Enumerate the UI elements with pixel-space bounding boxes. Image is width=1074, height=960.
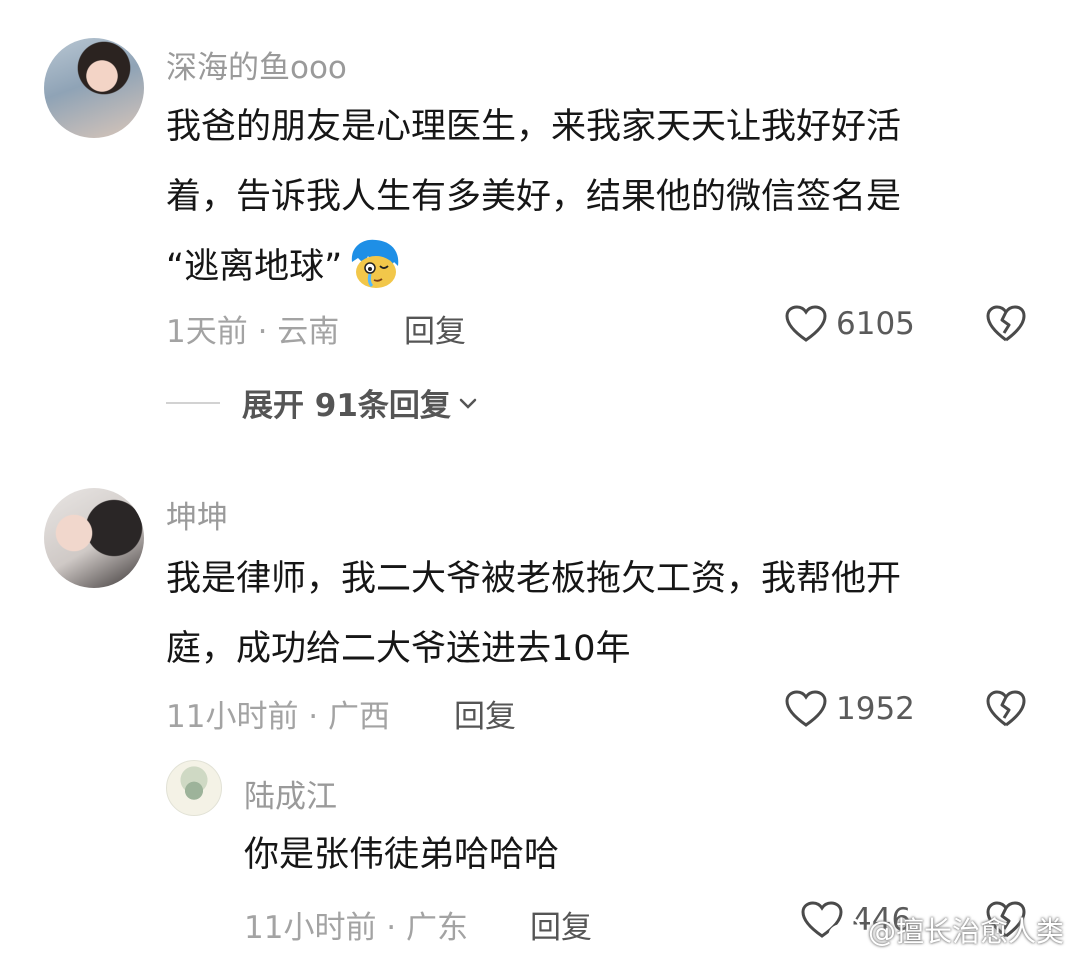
time-location: 1天前 · 云南: [166, 314, 340, 350]
like-button[interactable]: 1952: [784, 689, 915, 729]
comment-text: 我爸的朋友是心理医生，来我家天天让我好好活 着，告诉我人生有多美好，结果他的微信…: [166, 92, 901, 302]
reply-button[interactable]: 回复: [530, 902, 592, 947]
weibo-logo-icon: [828, 917, 861, 945]
broken-heart-icon[interactable]: [985, 689, 1027, 729]
heart-outline-icon: [785, 690, 827, 727]
like-button[interactable]: 6105: [784, 304, 915, 344]
comment-line: 我是律师，我二大爷被老板拖欠工资，我帮他开: [166, 559, 902, 599]
watermark: @擅长治愈人类: [828, 910, 1064, 950]
like-count: 6105: [836, 306, 915, 342]
like-count: 1952: [836, 691, 915, 727]
comment-text: 我是律师，我二大爷被老板拖欠工资，我帮他开 庭，成功给二大爷送进去10年: [166, 544, 901, 684]
comment-line: “逃离地球”: [166, 232, 901, 302]
username[interactable]: 陆成江: [244, 771, 337, 816]
comment-line: 着，告诉我人生有多美好，结果他的微信签名是: [166, 177, 902, 217]
time-location: 11小时前 · 广西: [166, 699, 391, 735]
expand-replies-label: 展开 91条回复: [242, 388, 451, 424]
comment-text: 你是张伟徒弟哈哈哈: [244, 820, 559, 890]
broken-heart-icon[interactable]: [985, 304, 1027, 344]
divider-line: [166, 401, 220, 404]
time-location: 11小时前 · 广东: [244, 910, 469, 946]
watermark-text: @擅长治愈人类: [867, 915, 1064, 948]
comment-line: 你是张伟徒弟哈哈哈: [244, 835, 560, 875]
username[interactable]: 深海的鱼ooo: [166, 42, 347, 87]
reply-button[interactable]: 回复: [404, 306, 466, 351]
expand-replies-button[interactable]: 展开 91条回复: [166, 380, 479, 425]
crying-blue-hair-emoji-icon: [352, 239, 399, 288]
comment-line: 我爸的朋友是心理医生，来我家天天让我好好活: [166, 107, 902, 147]
avatar[interactable]: [44, 488, 144, 588]
heart-outline-icon: [785, 305, 827, 342]
avatar[interactable]: [166, 760, 222, 816]
chevron-down-icon: [459, 398, 477, 409]
comment-line-text: “逃离地球”: [166, 247, 343, 287]
avatar[interactable]: [44, 38, 144, 138]
reply-button[interactable]: 回复: [454, 691, 516, 736]
username[interactable]: 坤坤: [166, 492, 228, 537]
comment-line: 庭，成功给二大爷送进去10年: [166, 629, 631, 669]
